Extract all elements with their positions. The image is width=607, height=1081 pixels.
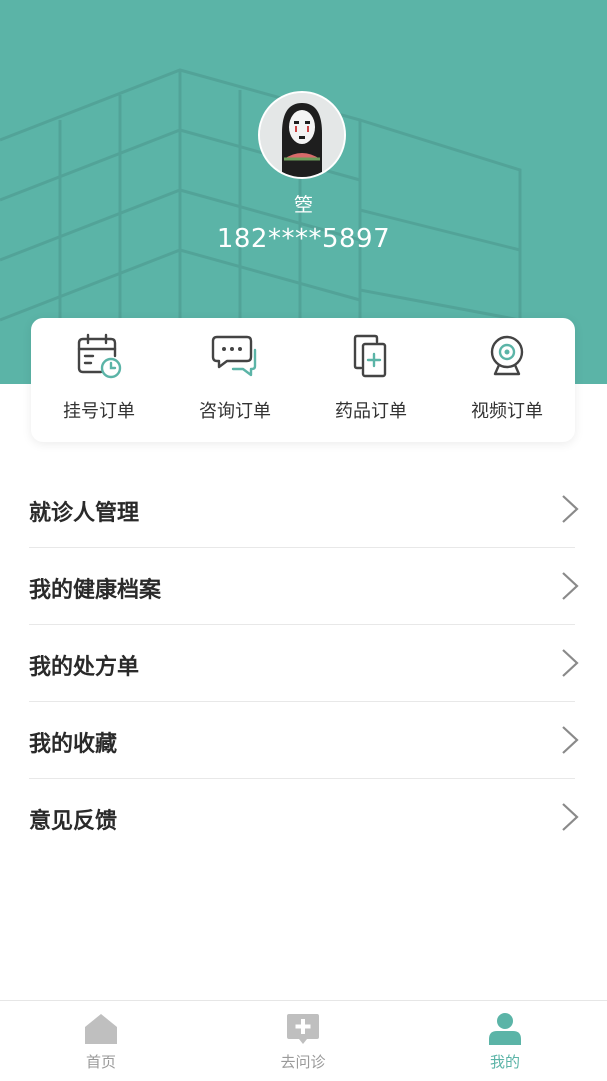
tab-consult[interactable]: 去问诊: [202, 1001, 404, 1081]
consult-icon: [287, 1014, 319, 1044]
order-label: 挂号订单: [63, 401, 135, 422]
orders-card: 挂号订单 咨询订单 药品订单 视频订单: [31, 318, 575, 442]
menu-item-label: 就诊人管理: [29, 501, 140, 526]
profile-menu: 就诊人管理 我的健康档案 我的处方单 我的收藏 意见反馈: [29, 471, 579, 855]
menu-health-records[interactable]: 我的健康档案: [29, 548, 579, 625]
avatar[interactable]: [258, 91, 346, 179]
tab-home[interactable]: 首页: [0, 1001, 202, 1081]
tab-mine[interactable]: 我的: [404, 1001, 606, 1081]
chevron-right-icon: [562, 726, 579, 754]
profile-icon: [489, 1013, 521, 1045]
order-label: 视频订单: [471, 401, 543, 422]
menu-patient-management[interactable]: 就诊人管理: [29, 471, 579, 548]
tab-label: 我的: [489, 1053, 520, 1071]
menu-favorites[interactable]: 我的收藏: [29, 702, 579, 779]
order-video[interactable]: 视频订单: [439, 318, 575, 442]
chevron-right-icon: [562, 803, 579, 831]
order-medicine[interactable]: 药品订单: [303, 318, 439, 442]
chevron-right-icon: [562, 649, 579, 677]
menu-feedback[interactable]: 意见反馈: [29, 779, 579, 855]
phone-number: 182****5897: [216, 224, 391, 254]
avatar-image: [260, 93, 344, 177]
order-label: 咨询订单: [199, 401, 271, 422]
menu-item-label: 我的健康档案: [29, 578, 162, 603]
calendar-clock-icon: [77, 333, 122, 379]
chevron-right-icon: [562, 572, 579, 600]
tab-label: 首页: [85, 1053, 116, 1071]
order-label: 药品订单: [335, 401, 407, 422]
medicine-copy-icon: [353, 334, 387, 378]
tab-label: 去问诊: [280, 1053, 326, 1071]
bottom-tab-bar: 首页 去问诊 我的: [0, 1000, 607, 1081]
menu-prescriptions[interactable]: 我的处方单: [29, 625, 579, 702]
chevron-right-icon: [562, 495, 579, 523]
menu-item-label: 我的收藏: [29, 732, 118, 757]
order-registration[interactable]: 挂号订单: [31, 318, 167, 442]
order-consultation[interactable]: 咨询订单: [167, 318, 303, 442]
menu-item-label: 我的处方单: [29, 655, 140, 680]
home-icon: [85, 1014, 117, 1044]
webcam-icon: [490, 335, 524, 376]
menu-item-label: 意见反馈: [29, 809, 118, 834]
username: 箜: [293, 194, 313, 216]
chat-bubbles-icon: [211, 335, 257, 377]
